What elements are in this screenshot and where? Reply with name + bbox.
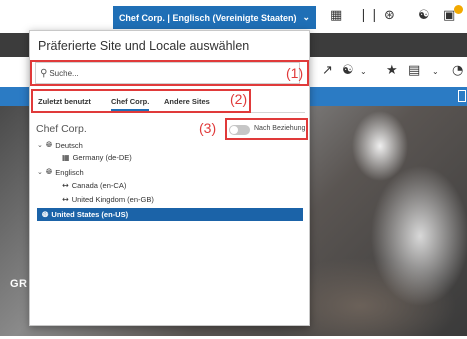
chevron-down-icon[interactable]: ⌄ <box>360 67 367 76</box>
tree-item-united-states[interactable]: 🌐︎ United States (en-US) <box>37 208 303 221</box>
tree-item-canada[interactable]: ↔ Canada (en-CA) <box>62 181 126 190</box>
chevron-down-icon: ⌄ <box>302 12 311 22</box>
annotation-box-search <box>30 60 309 86</box>
tree-item-label: Englisch <box>55 167 84 177</box>
analytics-icon[interactable]: ❘❘ <box>358 8 380 23</box>
dialog-title: Präferierte Site und Locale auswählen <box>38 39 250 53</box>
image-icon[interactable]: ▤ <box>408 63 420 78</box>
tree-item-label: Deutsch <box>55 140 83 150</box>
notification-badge <box>454 5 463 14</box>
open-external-icon[interactable]: ↗ <box>322 63 333 78</box>
star-icon[interactable]: ★ <box>386 63 398 78</box>
sitemap-icon: ▦ <box>62 153 70 162</box>
tree-item-united-kingdom[interactable]: ↔ United Kingdom (en-GB) <box>62 195 154 204</box>
tree-item-label: United States (en-US) <box>51 210 129 219</box>
top-bar: Chef Corp. | Englisch (Vereinigte Staate… <box>0 0 467 33</box>
network-icon[interactable]: ☯ <box>418 8 430 23</box>
site-selector-button[interactable]: Chef Corp. | Englisch (Vereinigte Staate… <box>113 6 316 29</box>
clock-icon[interactable]: ◔ <box>452 63 463 78</box>
tree-item-deutsch[interactable]: ⌄ 🌐︎ Deutsch <box>37 140 83 150</box>
chevron-down-icon[interactable]: ⌄ <box>37 141 43 149</box>
grid-icon[interactable]: ▦ <box>330 8 342 23</box>
hero-text: GR <box>10 278 28 290</box>
annotation-box-tabs <box>31 89 251 113</box>
share-icon[interactable]: ☯ <box>342 63 354 78</box>
tree-item-label: Germany (de-DE) <box>72 153 132 162</box>
target-icon[interactable]: ⊛ <box>384 8 395 23</box>
globe-icon: 🌐︎ <box>42 209 49 219</box>
annotation-label-2: (2) <box>230 91 248 107</box>
globe-icon: 🌐︎ <box>45 140 53 149</box>
site-selector-label: Chef Corp. | Englisch (Vereinigte Staate… <box>118 12 297 23</box>
tree-root-label: Chef Corp. <box>36 123 87 135</box>
annotation-label-3: (3) <box>199 120 217 136</box>
tree-item-germany[interactable]: ▦ Germany (de-DE) <box>62 153 132 162</box>
annotation-box-toggle <box>225 118 308 140</box>
panel-toggle-icon[interactable] <box>458 90 466 102</box>
arrows-horizontal-icon: ↔ <box>62 195 69 204</box>
chevron-down-icon[interactable]: ⌄ <box>432 67 439 76</box>
arrows-horizontal-icon: ↔ <box>62 181 69 190</box>
tree-item-englisch[interactable]: ⌄ 🌐︎ Englisch <box>37 167 84 177</box>
tree-item-label: United Kingdom (en-GB) <box>71 195 154 204</box>
tree-item-label: Canada (en-CA) <box>71 181 127 190</box>
chevron-down-icon[interactable]: ⌄ <box>37 168 43 176</box>
annotation-label-1: (1) <box>286 65 304 81</box>
globe-icon: 🌐︎ <box>45 167 53 176</box>
